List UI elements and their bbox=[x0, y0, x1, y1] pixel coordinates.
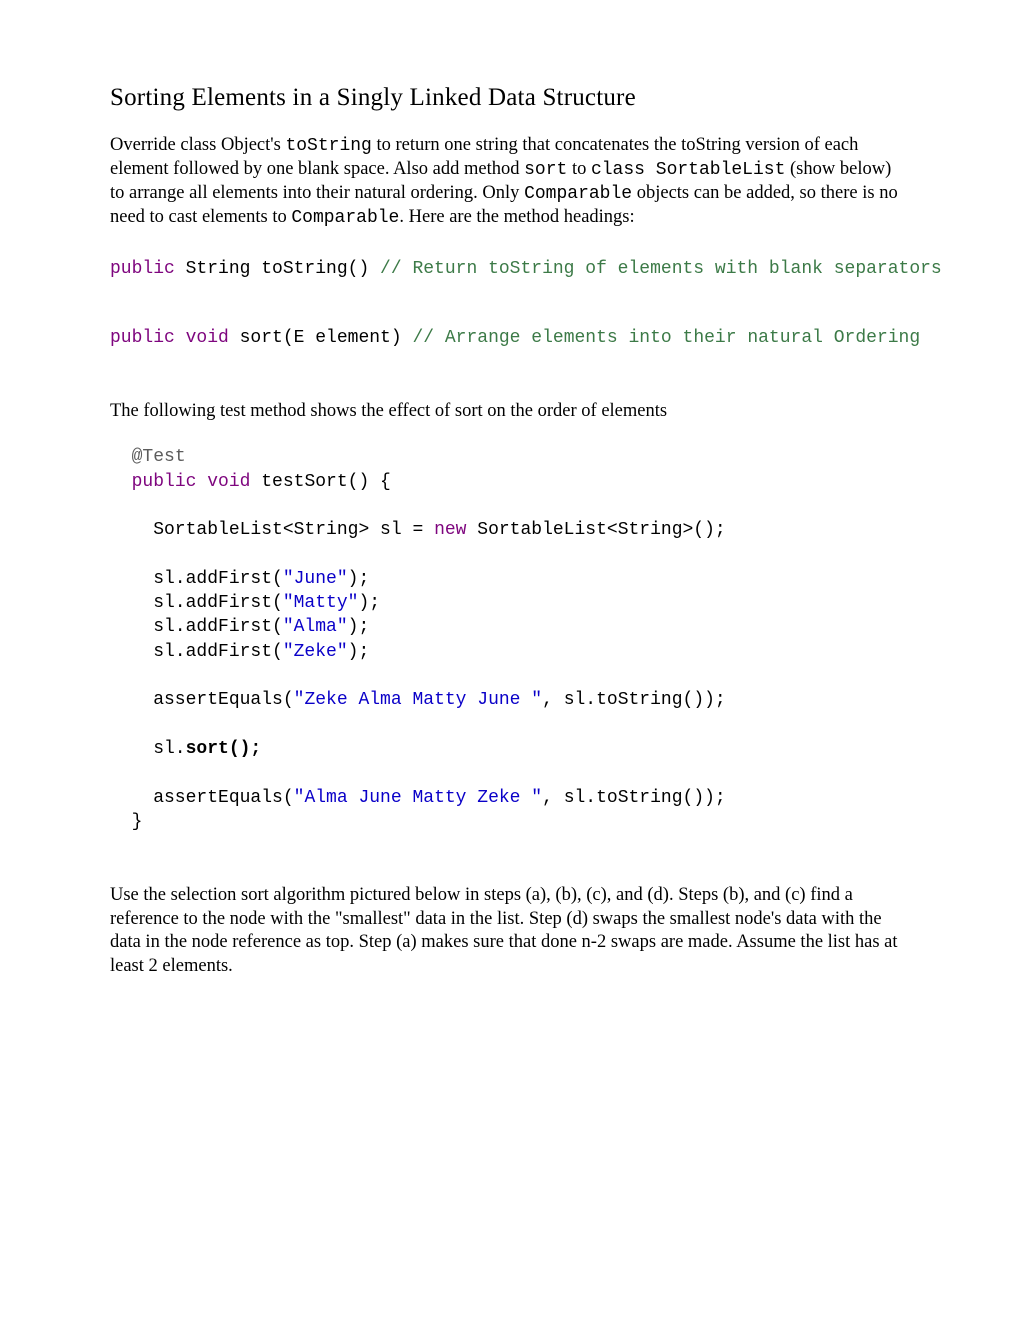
comment-1: // Return toString of elements with blan… bbox=[380, 259, 942, 279]
keyword-public-1: public bbox=[110, 259, 175, 279]
assert-before-a: assertEquals( bbox=[110, 690, 294, 710]
line-sl-decl-a: SortableList<String> sl = bbox=[110, 520, 434, 540]
page-title: Sorting Elements in a Singly Linked Data… bbox=[110, 84, 910, 112]
indent-2 bbox=[110, 472, 132, 492]
close-brace: } bbox=[110, 812, 142, 832]
assert-before-b: , sl.toString()); bbox=[542, 690, 726, 710]
assert-after-a: assertEquals( bbox=[110, 788, 294, 808]
assert-after-b: , sl.toString()); bbox=[542, 788, 726, 808]
final-paragraph: Use the selection sort algorithm picture… bbox=[110, 884, 910, 979]
string-assert-after: "Alma June Matty Zeke " bbox=[294, 788, 542, 808]
paren-2: ); bbox=[358, 593, 380, 613]
comment-2: // Arrange elements into their natural O… bbox=[412, 328, 920, 348]
line-sl-decl-b: SortableList<String>(); bbox=[466, 520, 725, 540]
code-inline-comparable: Comparable bbox=[524, 184, 632, 204]
string-assert-before: "Zeke Alma Matty June " bbox=[294, 690, 542, 710]
test-method-block: @Test public void testSort() { SortableL… bbox=[110, 445, 910, 834]
keyword-new: new bbox=[434, 520, 466, 540]
intro-text-3: to bbox=[567, 159, 591, 179]
intro-text-6: . Here are the method headings: bbox=[399, 207, 634, 227]
code-inline-tostring: toString bbox=[285, 136, 371, 156]
sort-call-bold: sort(); bbox=[186, 739, 262, 759]
sort-call-a: sl. bbox=[110, 739, 186, 759]
sig2-rest: sort(E element) bbox=[229, 328, 413, 348]
indent-1 bbox=[110, 447, 132, 467]
intro-text-1: Override class Object's bbox=[110, 135, 285, 155]
paren-1: ); bbox=[348, 569, 370, 589]
paren-4: ); bbox=[348, 642, 370, 662]
method-signatures-block: public String toString() // Return toStr… bbox=[110, 252, 910, 355]
string-june: "June" bbox=[283, 569, 348, 589]
middle-paragraph: The following test method shows the effe… bbox=[110, 400, 910, 424]
string-alma: "Alma" bbox=[283, 617, 348, 637]
line-add-matty-a: sl.addFirst( bbox=[110, 593, 283, 613]
testsort-decl: testSort() { bbox=[250, 472, 390, 492]
sig1-rest: String toString() bbox=[175, 259, 380, 279]
document-page: Sorting Elements in a Singly Linked Data… bbox=[0, 0, 1020, 1320]
keyword-public-void-2: public void bbox=[132, 472, 251, 492]
line-add-alma-a: sl.addFirst( bbox=[110, 617, 283, 637]
string-matty: "Matty" bbox=[283, 593, 359, 613]
intro-paragraph: Override class Object's toString to retu… bbox=[110, 134, 910, 230]
keyword-public-void: public void bbox=[110, 328, 229, 348]
code-inline-class: class SortableList bbox=[591, 160, 785, 180]
line-add-june-a: sl.addFirst( bbox=[110, 569, 283, 589]
annotation-test: @Test bbox=[132, 447, 186, 467]
string-zeke: "Zeke" bbox=[283, 642, 348, 662]
line-add-zeke-a: sl.addFirst( bbox=[110, 642, 283, 662]
code-inline-comparable2: Comparable bbox=[291, 208, 399, 228]
paren-3: ); bbox=[348, 617, 370, 637]
code-inline-sort: sort bbox=[524, 160, 567, 180]
